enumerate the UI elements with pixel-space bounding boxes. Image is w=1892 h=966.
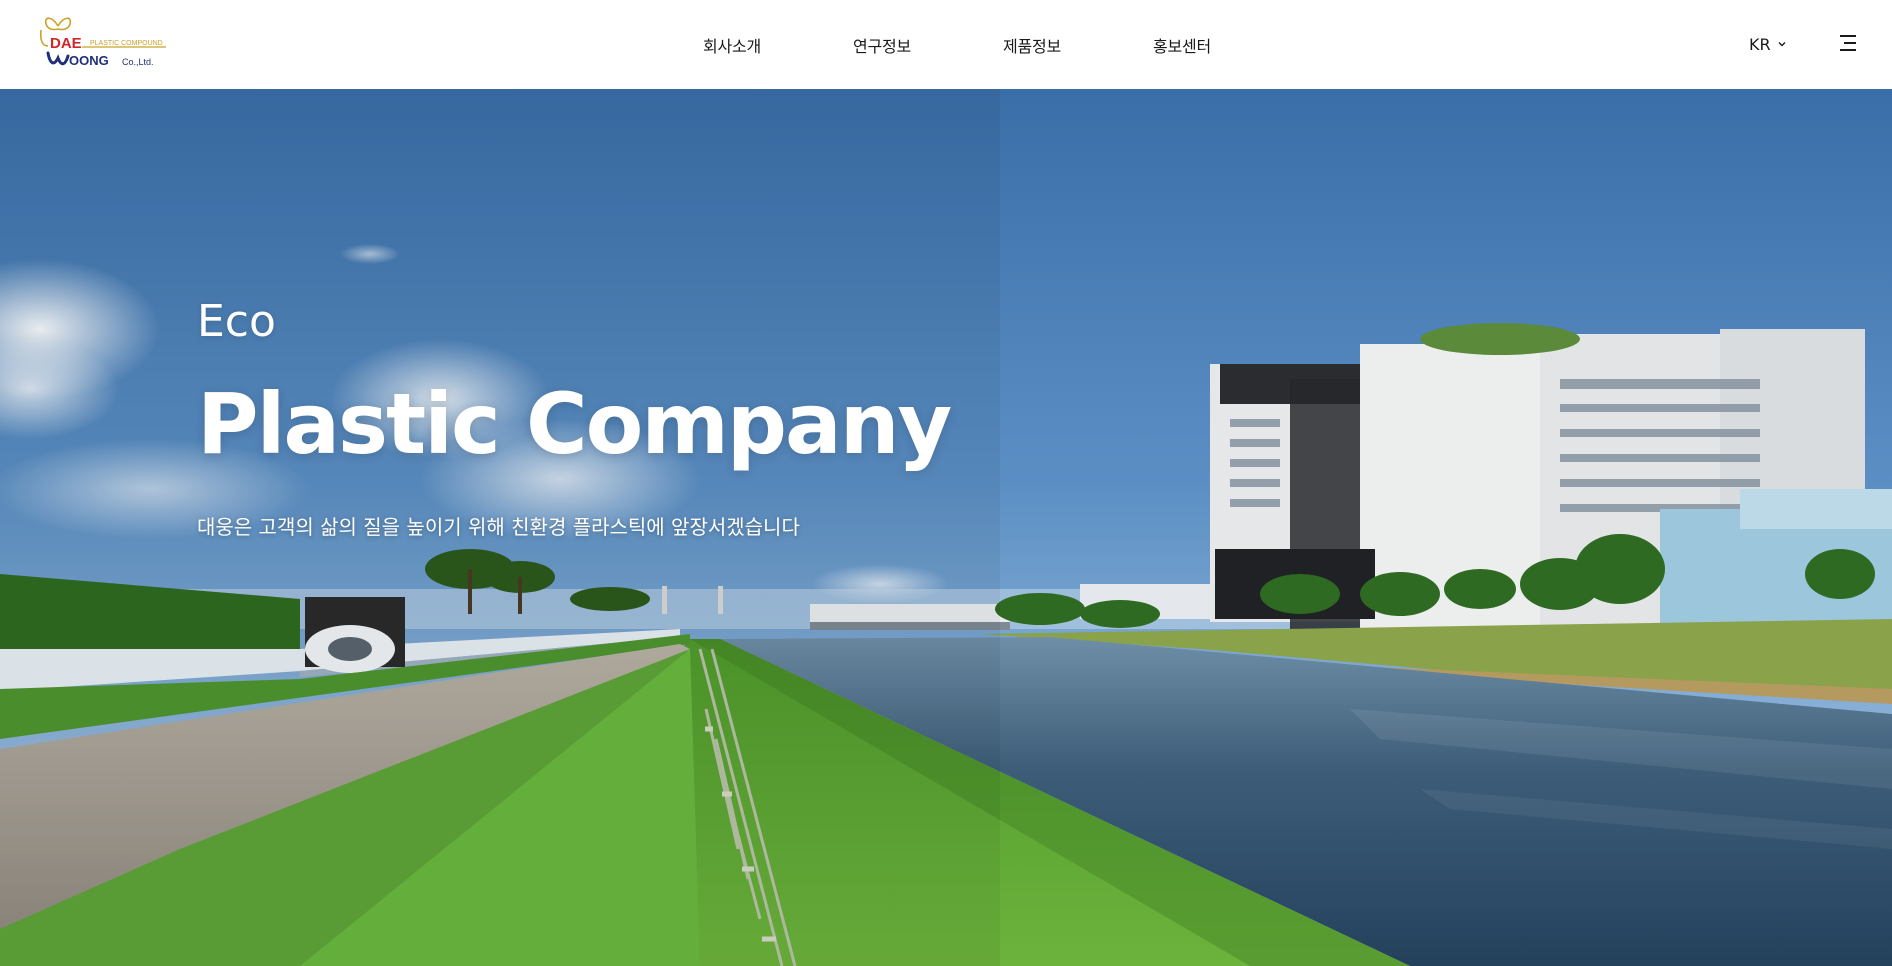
hero-section: Eco Plastic Company 대웅은 고객의 삶의 질을 높이기 위해…	[0, 89, 1892, 966]
hamburger-menu-icon[interactable]	[1838, 33, 1858, 53]
nav-item-research[interactable]: 연구정보	[853, 33, 911, 57]
hero-eyebrow: Eco	[197, 296, 276, 347]
nav-item-pr-center[interactable]: 홍보센터	[1153, 33, 1211, 57]
language-selector[interactable]: KR	[1749, 33, 1787, 55]
hero-headline: Plastic Company	[197, 375, 952, 473]
chevron-down-icon	[1777, 39, 1787, 49]
main-nav: 회사소개 연구정보 제품정보 홍보센터	[0, 0, 1892, 89]
language-label: KR	[1749, 34, 1771, 54]
nav-item-company[interactable]: 회사소개	[703, 33, 761, 57]
nav-item-products[interactable]: 제품정보	[1003, 33, 1061, 57]
hero-tagline: 대웅은 고객의 삶의 질을 높이기 위해 친환경 플라스틱에 앞장서겠습니다	[197, 515, 800, 539]
site-header: DAE PLASTIC COMPOUND OONG Co.,Ltd. 회사소개 …	[0, 0, 1892, 89]
